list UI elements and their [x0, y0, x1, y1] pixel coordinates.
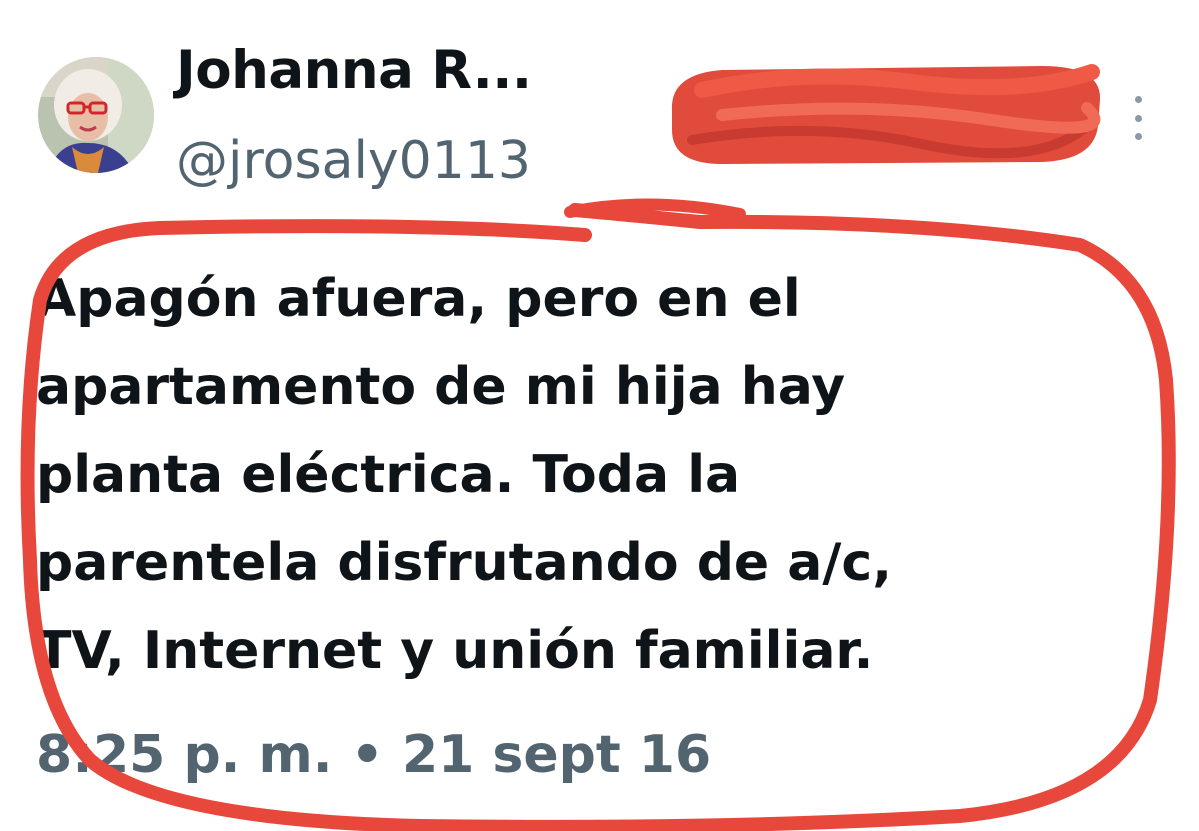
tweet-timestamp[interactable]: 8:25 p. m. • 21 sept 16 — [36, 725, 711, 785]
more-dot — [1134, 133, 1142, 140]
tweet-line: TV, Internet y unión familiar. — [36, 621, 874, 681]
display-name[interactable]: Johanna R... — [176, 40, 532, 101]
tweet-line: Apagón afuera, pero en el — [36, 269, 801, 329]
profile-photo-icon — [38, 57, 154, 173]
tweet-line: apartamento de mi hija hay — [36, 357, 846, 417]
tweet-time: 8:25 p. m. — [36, 725, 333, 785]
more-dot — [1134, 114, 1142, 122]
more-options-icon[interactable] — [1131, 96, 1145, 140]
tweet-date: 21 sept 16 — [401, 725, 712, 785]
tweet-text: Apagón afuera, pero en el apartamento de… — [36, 255, 1156, 695]
tweet-line: planta eléctrica. Toda la — [36, 445, 741, 505]
avatar[interactable] — [38, 57, 154, 173]
more-dot — [1134, 96, 1142, 103]
tweet-line: parentela disfrutando de a/c, — [36, 533, 892, 593]
user-handle[interactable]: @jrosaly0113 — [176, 131, 531, 191]
meta-separator: • — [350, 725, 384, 785]
redaction-mark — [671, 64, 1101, 164]
